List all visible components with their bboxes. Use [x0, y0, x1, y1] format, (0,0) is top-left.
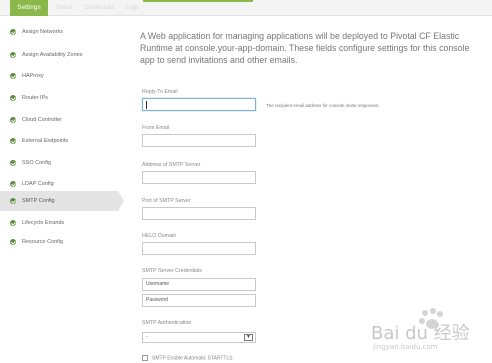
username-input[interactable]: Username — [142, 278, 256, 291]
password-input[interactable]: Password — [142, 294, 256, 307]
check-circle-icon — [10, 198, 16, 204]
sidebar-item-router-ips[interactable]: Router IPs — [0, 88, 118, 108]
sidebar-item-external-endpoints[interactable]: External Endpoints — [0, 131, 118, 151]
check-circle-icon — [10, 73, 16, 79]
watermark: Bai du 经验 jingyan.baidu.com — [367, 305, 487, 355]
top-tab-bar: Settings Status Credentials Logs — [0, 0, 492, 16]
helo-domain-input[interactable] — [142, 242, 256, 255]
tab-settings[interactable]: Settings — [10, 0, 48, 16]
tab-status[interactable]: Status — [50, 0, 76, 16]
watermark-url: jingyan.baidu.com — [373, 343, 438, 351]
sidebar-item-cloud-controller[interactable]: Cloud Controller — [0, 110, 118, 130]
watermark-text: Bai du 经验 — [371, 323, 470, 344]
intro-description: A Web application for managing applicati… — [140, 31, 470, 65]
check-circle-icon — [10, 160, 16, 166]
smtp-authentication-select[interactable]: - ▼ — [142, 332, 256, 343]
progress-accent-line — [143, 0, 253, 2]
check-circle-icon — [10, 181, 16, 187]
tab-logs[interactable]: Logs — [120, 0, 142, 16]
smtp-address-input[interactable] — [142, 171, 256, 184]
sidebar-item-resource-config[interactable]: Resource Config — [0, 232, 118, 252]
from-email-label: From Email — [142, 125, 170, 131]
check-circle-icon — [10, 29, 16, 35]
dropdown-arrow-icon: ▼ — [244, 334, 253, 341]
check-circle-icon — [10, 220, 16, 226]
sidebar-item-lifecycle-errands[interactable]: Lifecycle Errands — [0, 213, 118, 233]
starttls-checkbox[interactable] — [142, 355, 148, 361]
sidebar-item-assign-networks[interactable]: Assign Networks — [0, 22, 118, 42]
smtp-address-label: Address of SMTP Server — [142, 162, 201, 168]
from-email-input[interactable] — [142, 134, 256, 147]
reply-to-email-hint: The recipient email address for console … — [266, 103, 380, 108]
sidebar-item-assign-availability-zones[interactable]: Assign Availability Zones — [0, 45, 118, 65]
check-circle-icon — [10, 239, 16, 245]
helo-domain-label: HELO Domain — [142, 233, 177, 239]
reply-to-email-label: Reply-To Email — [142, 89, 178, 95]
starttls-checkbox-row[interactable]: SMTP Enable Automatic STARTTLS — [142, 355, 233, 362]
smtp-authentication-label: SMTP Authentication — [142, 320, 192, 326]
text-cursor — [146, 101, 147, 109]
sidebar-item-sso-config[interactable]: SSO Config — [0, 153, 118, 173]
tab-credentials[interactable]: Credentials — [78, 0, 118, 16]
sidebar-item-haproxy[interactable]: HAProxy — [0, 66, 118, 86]
sidebar-item-smtp-config[interactable]: SMTP Config — [0, 191, 124, 211]
smtp-port-input[interactable] — [142, 207, 256, 220]
smtp-port-label: Port of SMTP Server — [142, 198, 191, 204]
check-circle-icon — [10, 95, 16, 101]
check-circle-icon — [10, 117, 16, 123]
smtp-credentials-label: SMTP Server Credentials — [142, 268, 202, 274]
check-circle-icon — [10, 52, 16, 58]
check-circle-icon — [10, 138, 16, 144]
reply-to-email-input[interactable] — [142, 98, 256, 111]
